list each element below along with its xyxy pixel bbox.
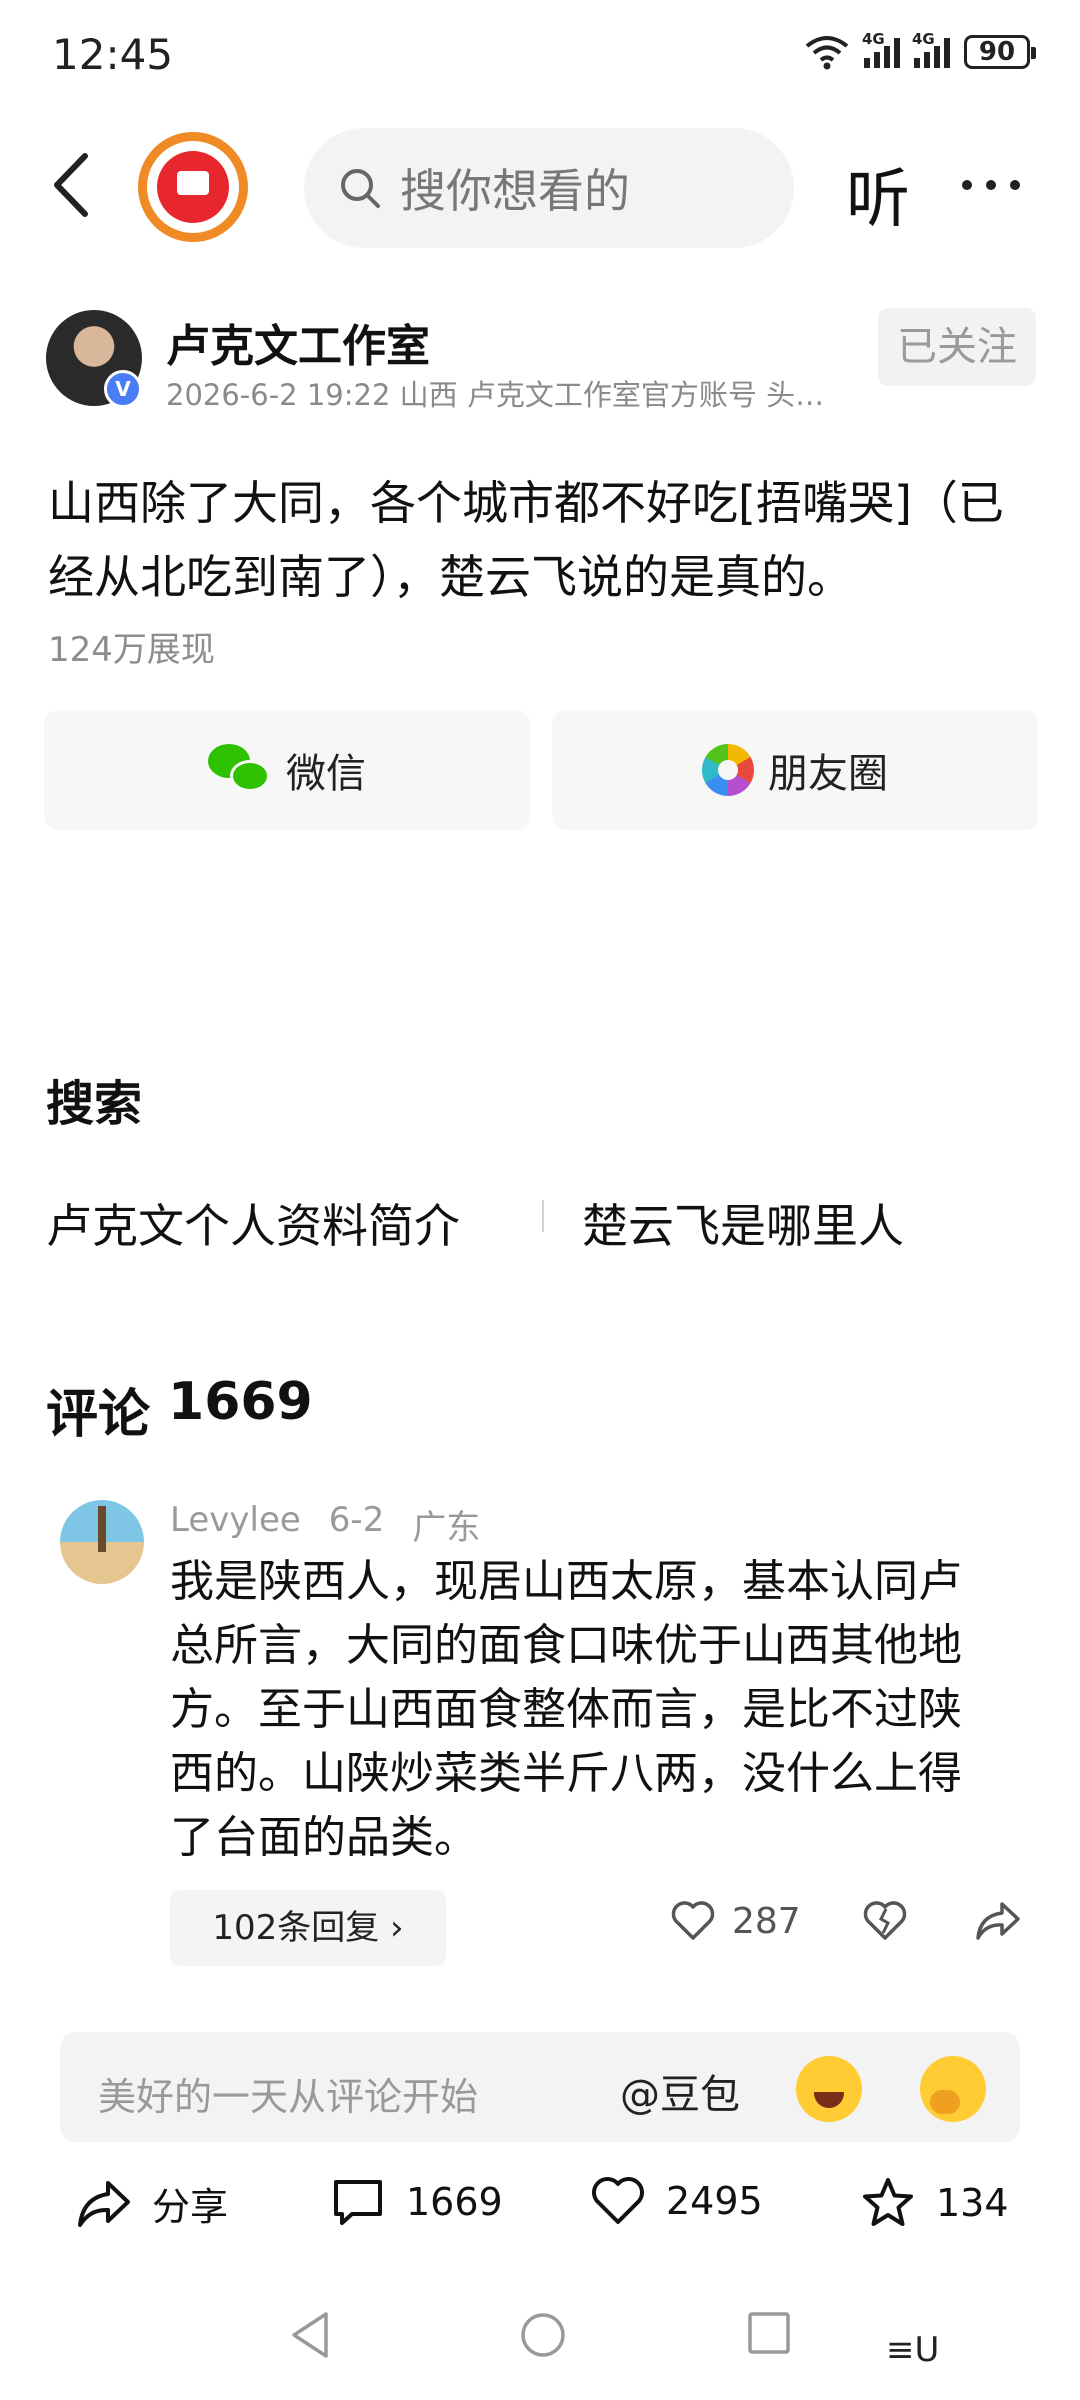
commenter-name[interactable]: Levylee — [170, 1500, 301, 1549]
share-wechat-button[interactable]: 微信 — [44, 710, 530, 830]
suggestion-divider — [542, 1200, 544, 1232]
square-recents-icon — [748, 2312, 790, 2354]
more-options-icon[interactable] — [962, 180, 1020, 190]
system-home-button[interactable] — [518, 2310, 568, 2364]
cell-signal-1-icon: 4G — [862, 30, 900, 68]
broken-heart-icon — [863, 1901, 907, 1940]
comment-date: 6-2 — [328, 1500, 385, 1540]
comment-dislike-button[interactable] — [862, 1900, 908, 1946]
watermark-label: ≡U — [886, 2330, 940, 2370]
search-suggestion-1[interactable]: 卢克文个人资料简介 — [46, 1190, 460, 1256]
status-time: 12:45 — [52, 30, 174, 79]
heart-icon — [592, 2177, 644, 2224]
post-text: 山西除了大同，各个城市都不好吃[捂嘴哭]（已经从北吃到南了），楚云飞说的是真的。 — [48, 476, 1004, 604]
app-logo-button[interactable] — [138, 132, 248, 242]
share-moments-button[interactable]: 朋友圈 — [552, 710, 1038, 830]
favorite-count: 134 — [936, 2181, 1009, 2225]
view-replies-button[interactable]: 102条回复 › — [170, 1890, 446, 1966]
cell-signal-2-icon: 4G — [912, 30, 950, 68]
view-count: 124万展现 — [48, 630, 215, 670]
post-meta: 2026-6-2 19:22 山西 卢克文工作室官方账号 头… — [166, 378, 825, 412]
moments-icon — [702, 744, 754, 796]
back-button[interactable] — [36, 140, 106, 230]
comments-count: 1669 — [168, 1372, 313, 1432]
share-wechat-label: 微信 — [286, 751, 366, 797]
circle-home-icon — [521, 2313, 565, 2357]
toutiao-logo-icon — [157, 151, 229, 223]
system-recents-button[interactable] — [746, 2310, 792, 2360]
chevron-left-icon — [54, 153, 88, 217]
search-section-title: 搜索 — [46, 1076, 143, 1132]
follow-button[interactable]: 已关注 — [878, 308, 1036, 386]
heart-icon — [671, 1901, 715, 1940]
verified-badge-icon: V — [104, 370, 142, 408]
network-type-1: 4G — [862, 30, 885, 48]
comment-location: 广东 — [412, 1508, 481, 1548]
search-placeholder: 搜你想看的 — [400, 164, 630, 218]
comment-button[interactable]: 1669 — [330, 2176, 503, 2228]
wifi-icon — [805, 36, 849, 70]
comment-count: 1669 — [406, 2180, 503, 2224]
status-icons: 4G 4G 90 — [804, 30, 1036, 70]
comment-meta: Levylee 6-2 广东 — [170, 1500, 480, 1549]
comment-icon — [334, 2180, 382, 2225]
listen-button[interactable]: 听 — [846, 148, 910, 240]
mention-doubao-button[interactable]: @豆包 — [620, 2062, 740, 2120]
share-moments-label: 朋友圈 — [768, 751, 888, 797]
search-icon — [341, 169, 380, 208]
share-arrow-icon — [976, 1902, 1020, 1940]
search-suggestion-2[interactable]: 楚云飞是哪里人 — [582, 1190, 904, 1256]
search-input[interactable]: 搜你想看的 — [304, 128, 794, 248]
comments-title: 评论 — [46, 1385, 151, 1445]
comment-text: 我是陕西人，现居山西太原，基本认同卢总所言，大同的面食口味优于山西其他地方。至于… — [170, 1556, 962, 1863]
share-icon — [78, 2180, 130, 2227]
network-type-2: 4G — [912, 30, 935, 48]
comments-heading: 评论 1669 — [46, 1372, 313, 1447]
author-name[interactable]: 卢克文工作室 — [166, 310, 430, 374]
comment-share-button[interactable] — [974, 1900, 1022, 1946]
wechat-icon — [208, 744, 272, 796]
laughing-crying-emoji-icon[interactable] — [796, 2056, 862, 2122]
share-label: 分享 — [152, 2185, 229, 2229]
commenter-avatar[interactable] — [60, 1500, 144, 1584]
comment-input-placeholder: 美好的一天从评论开始 — [98, 2075, 479, 2119]
comment-like-count: 287 — [732, 1900, 801, 1942]
comment-like-button[interactable]: 287 — [670, 1900, 801, 1942]
system-back-button[interactable] — [288, 2310, 332, 2364]
triangle-back-icon — [292, 2312, 328, 2358]
hand-over-mouth-emoji-icon[interactable] — [920, 2056, 986, 2122]
like-count: 2495 — [666, 2179, 763, 2223]
star-icon — [863, 2178, 913, 2226]
favorite-button[interactable]: 134 — [860, 2176, 1009, 2230]
battery-icon: 90 — [964, 35, 1036, 69]
share-button[interactable]: 分享 — [76, 2176, 228, 2231]
like-button[interactable]: 2495 — [590, 2176, 763, 2226]
